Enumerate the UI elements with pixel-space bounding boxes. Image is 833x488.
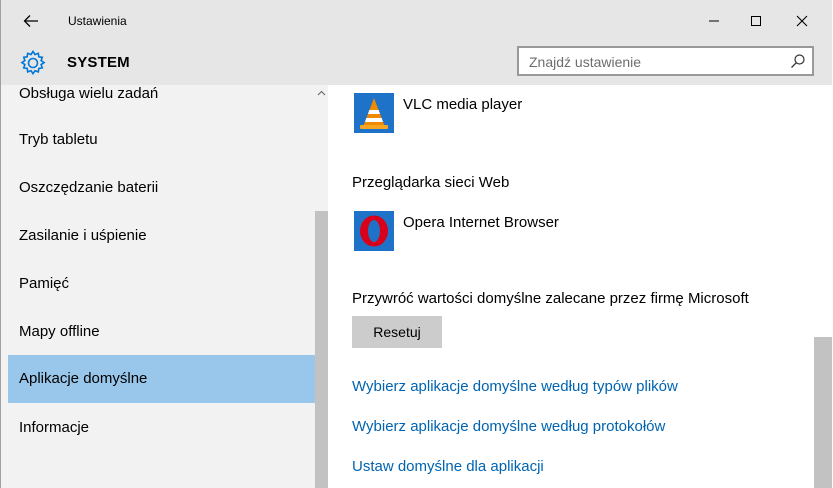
sidebar-scroll-up-button[interactable] bbox=[315, 86, 328, 100]
settings-header: SYSTEM bbox=[1, 42, 832, 85]
sidebar-item-offline-maps[interactable]: Mapy offline bbox=[8, 308, 315, 356]
maximize-icon bbox=[751, 16, 761, 26]
opera-icon bbox=[354, 211, 394, 251]
reset-heading: Przywróć wartości domyślne zalecane prze… bbox=[352, 290, 749, 307]
page-title: SYSTEM bbox=[67, 54, 130, 71]
search-icon[interactable] bbox=[790, 53, 806, 69]
gear-icon bbox=[20, 50, 46, 76]
sidebar-item-battery-saver[interactable]: Oszczędzanie baterii bbox=[8, 164, 315, 212]
sidebar-scrollbar-thumb[interactable] bbox=[315, 211, 328, 488]
maximize-button[interactable] bbox=[733, 0, 779, 42]
sidebar-item-label: Tryb tabletu bbox=[19, 131, 98, 148]
sidebar-item-default-apps[interactable]: Aplikacje domyślne bbox=[8, 355, 315, 403]
sidebar-item-power-sleep[interactable]: Zasilanie i uśpienie bbox=[8, 212, 315, 260]
settings-window: Ustawienia SYSTEM Znajdź ustawienie Obsł… bbox=[0, 0, 832, 488]
web-browser-heading: Przeglądarka sieci Web bbox=[352, 174, 510, 191]
sidebar-item-label: Aplikacje domyślne bbox=[19, 370, 148, 387]
sidebar-item-label: Obsługa wielu zadań bbox=[19, 85, 159, 102]
minimize-icon bbox=[709, 20, 719, 22]
vlc-icon bbox=[354, 93, 394, 133]
sidebar-item-about[interactable]: Informacje bbox=[8, 404, 315, 452]
close-button[interactable] bbox=[779, 0, 825, 42]
sidebar-item-tablet-mode[interactable]: Tryb tabletu bbox=[8, 116, 315, 164]
app-name: VLC media player bbox=[403, 96, 523, 113]
search-box[interactable] bbox=[517, 46, 814, 76]
back-button[interactable] bbox=[11, 5, 51, 37]
sidebar-nav: Obsługa wielu zadań Tryb tabletu Oszczęd… bbox=[1, 85, 328, 488]
content-pane: VLC media player Przeglądarka sieci Web … bbox=[328, 85, 814, 488]
sidebar-item-label: Zasilanie i uśpienie bbox=[19, 227, 147, 244]
sidebar-item-label: Oszczędzanie baterii bbox=[19, 179, 159, 196]
link-choose-by-protocol[interactable]: Wybierz aplikacje domyślne według protok… bbox=[352, 418, 665, 435]
title-bar: Ustawienia bbox=[1, 0, 832, 42]
window-title: Ustawienia bbox=[68, 14, 127, 28]
link-choose-by-file-type[interactable]: Wybierz aplikacje domyślne według typów … bbox=[352, 378, 678, 395]
close-icon bbox=[796, 15, 808, 27]
sidebar-item-storage[interactable]: Pamięć bbox=[8, 260, 315, 308]
sidebar-item-multitasking[interactable]: Obsługa wielu zadań bbox=[8, 85, 315, 118]
link-set-defaults-by-app[interactable]: Ustaw domyślne dla aplikacji bbox=[352, 458, 544, 475]
content-scrollbar-thumb[interactable] bbox=[814, 337, 832, 488]
search-input[interactable] bbox=[527, 52, 791, 72]
chevron-up-icon bbox=[317, 90, 326, 96]
app-name: Opera Internet Browser bbox=[403, 214, 559, 231]
sidebar-item-label: Informacje bbox=[19, 419, 90, 436]
sidebar-item-label: Mapy offline bbox=[19, 323, 100, 340]
back-arrow-icon bbox=[23, 15, 38, 27]
minimize-button[interactable] bbox=[691, 0, 737, 42]
reset-button[interactable]: Resetuj bbox=[352, 316, 442, 348]
sidebar-item-label: Pamięć bbox=[19, 275, 70, 292]
